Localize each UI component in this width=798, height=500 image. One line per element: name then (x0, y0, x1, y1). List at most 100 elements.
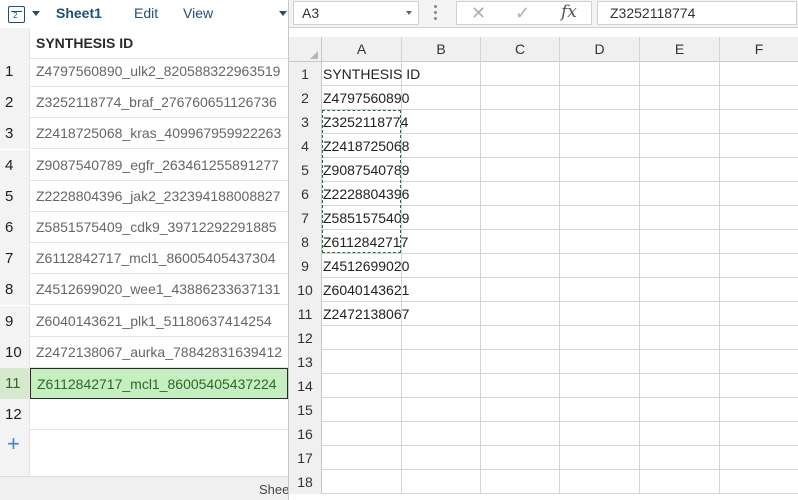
cell-e[interactable] (640, 206, 720, 230)
cell-f[interactable] (720, 470, 798, 494)
cell-b[interactable] (402, 446, 481, 470)
cell-f[interactable] (720, 86, 798, 110)
cell-b[interactable] (402, 62, 481, 86)
cell-a[interactable]: Z2418725068 (322, 134, 409, 158)
table-row[interactable]: 4 Z9087540789_egfr_263461255891277 (0, 149, 288, 181)
cell-a[interactable]: Z5851575409 (322, 206, 409, 230)
cell-e[interactable] (640, 110, 720, 134)
cell-f[interactable] (720, 326, 798, 350)
cell-a[interactable]: Z3252118774 (322, 110, 408, 134)
cell-d[interactable] (560, 110, 640, 134)
cell-b[interactable] (402, 422, 481, 446)
function-icon[interactable]: fx (561, 3, 577, 21)
cell-d[interactable] (560, 302, 640, 326)
cell[interactable] (30, 399, 288, 430)
row-number[interactable]: 2 (0, 87, 30, 119)
cell-d[interactable] (560, 62, 640, 86)
cell-e[interactable] (640, 350, 720, 374)
table-row[interactable]: 11 Z6112842717_mcl1_86005405437224 (0, 368, 288, 399)
select-all-corner[interactable] (289, 37, 322, 62)
cell-f[interactable] (720, 254, 798, 278)
cell-b[interactable] (402, 350, 481, 374)
cell[interactable]: Z6112842717_mcl1_86005405437304 (30, 243, 288, 274)
cell-f[interactable] (720, 350, 798, 374)
row-number[interactable]: 7 (0, 243, 30, 275)
table-row[interactable]: 6 Z5851575409_cdk9_39712292291885 (0, 212, 288, 243)
formula-input[interactable]: Z3252118774 (597, 1, 797, 25)
cell[interactable]: Z6112842717_mcl1_86005405437224 (30, 368, 288, 399)
cell-f[interactable] (720, 230, 798, 254)
row-header[interactable]: 11 (289, 302, 322, 326)
row-header[interactable]: 12 (289, 326, 322, 350)
cell-c[interactable] (481, 86, 560, 110)
cell-c[interactable] (481, 470, 560, 494)
cell-d[interactable] (560, 158, 640, 182)
column-header-c[interactable]: C (481, 37, 560, 62)
cell-b[interactable] (402, 110, 481, 134)
cell-d[interactable] (560, 278, 640, 302)
row-header[interactable]: 10 (289, 278, 322, 302)
row-number[interactable]: 6 (0, 212, 30, 243)
row-header[interactable]: 17 (289, 446, 322, 470)
cell-b[interactable] (402, 470, 481, 494)
cell-f[interactable] (720, 278, 798, 302)
cell-e[interactable] (640, 446, 720, 470)
cell-d[interactable] (560, 326, 640, 350)
row-number[interactable]: 3 (0, 118, 30, 150)
row-number[interactable]: 1 (0, 56, 30, 87)
chevron-down-icon[interactable] (32, 11, 40, 16)
table-row[interactable]: 9 Z6040143621_plk1_51180637414254 (0, 305, 288, 337)
cell-d[interactable] (560, 254, 640, 278)
cell-c[interactable] (481, 350, 560, 374)
table-row[interactable]: 8 Z4512699020_wee1_43886233637131 (0, 274, 288, 306)
cell-c[interactable] (481, 134, 560, 158)
cell[interactable]: Z4797560890_ulk2_820588322963519 (30, 56, 288, 87)
cancel-icon[interactable]: ✕ (471, 4, 486, 22)
cell-d[interactable] (560, 134, 640, 158)
cell-c[interactable] (481, 374, 560, 398)
cell-c[interactable] (481, 302, 560, 326)
cell[interactable]: Z9087540789_egfr_263461255891277 (30, 150, 288, 181)
row-number[interactable]: 8 (0, 274, 30, 306)
row-header[interactable]: 3 (289, 110, 322, 134)
row-header[interactable]: 18 (289, 470, 322, 494)
cell-a[interactable]: SYNTHESIS ID (322, 62, 420, 86)
row-header[interactable]: 8 (289, 230, 322, 254)
row-header[interactable]: 15 (289, 398, 322, 422)
sheet-tab-label[interactable]: Shee (259, 482, 288, 497)
column-header-a[interactable]: A (322, 37, 402, 62)
cell-a[interactable]: Z6112842717 (322, 230, 408, 254)
cell-f[interactable] (720, 302, 798, 326)
cell[interactable]: Z2418725068_kras_409967959922263 (30, 118, 288, 149)
cell-f[interactable] (720, 158, 798, 182)
cell-e[interactable] (640, 182, 720, 206)
cell-c[interactable] (481, 182, 560, 206)
cell-c[interactable] (481, 206, 560, 230)
row-header[interactable]: 2 (289, 86, 322, 110)
cell-b[interactable] (402, 254, 481, 278)
row-number[interactable]: 10 (0, 336, 30, 368)
cell-c[interactable] (481, 110, 560, 134)
cell[interactable]: Z2228804396_jak2_232394188008827 (30, 181, 288, 212)
view-menu[interactable]: View (183, 5, 213, 21)
cell-c[interactable] (481, 278, 560, 302)
row-number[interactable]: 4 (0, 149, 30, 181)
cell-c[interactable] (481, 254, 560, 278)
row-number[interactable]: 11 (0, 368, 30, 399)
cell-e[interactable] (640, 398, 720, 422)
more-options-icon[interactable] (434, 4, 438, 22)
spreadsheet-icon[interactable]: 2 (8, 6, 25, 23)
cell-d[interactable] (560, 422, 640, 446)
cell-a[interactable]: Z9087540789 (322, 158, 409, 182)
cell-a[interactable]: Z4797560890 (322, 86, 409, 110)
table-row[interactable]: 5 Z2228804396_jak2_232394188008827 (0, 180, 288, 212)
cell-e[interactable] (640, 374, 720, 398)
row-header[interactable]: 4 (289, 134, 322, 158)
cell-c[interactable] (481, 62, 560, 86)
cell-a[interactable]: Z2472138067 (322, 302, 409, 326)
cell[interactable]: Z3252118774_braf_276760651126736 (30, 87, 288, 118)
row-header[interactable]: 9 (289, 254, 322, 278)
cell[interactable]: Z5851575409_cdk9_39712292291885 (30, 212, 288, 243)
cell-c[interactable] (481, 326, 560, 350)
row-number[interactable]: 9 (0, 305, 30, 337)
